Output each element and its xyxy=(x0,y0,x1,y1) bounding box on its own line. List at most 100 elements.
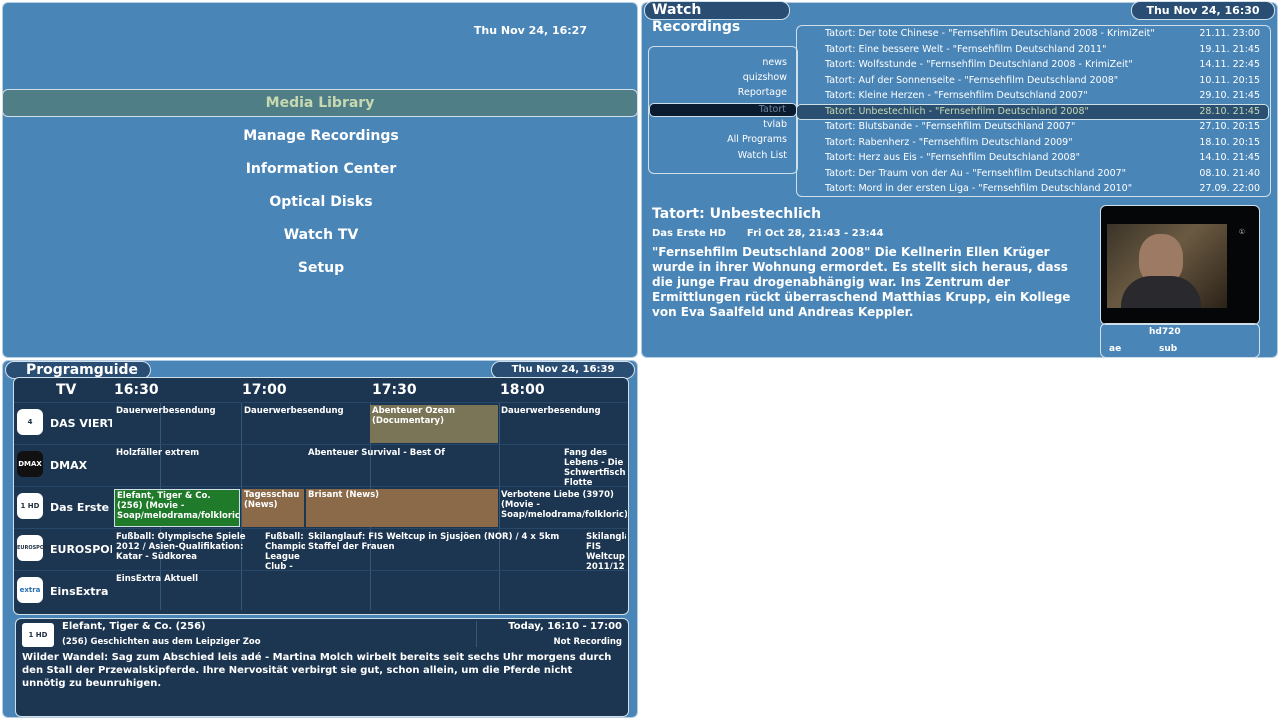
program-cell[interactable]: Fußball: Champions League Club - Das xyxy=(263,531,305,569)
category-tvlab[interactable]: tvlab xyxy=(763,119,787,130)
recording-title: Tatort: Kleine Herzen - "Fernsehfilm Deu… xyxy=(825,90,1088,101)
recording-row[interactable]: Tatort: Der Traum von der Au - "Fernsehf… xyxy=(797,167,1268,181)
menu-clock: Thu Nov 24, 16:27 xyxy=(473,24,587,37)
channel-row: extra EinsExtra EinsExtra Aktuell xyxy=(14,570,628,613)
time-slot-1730: 17:30 xyxy=(372,382,417,398)
category-watch-list[interactable]: Watch List xyxy=(738,150,787,161)
category-quizshow[interactable]: quizshow xyxy=(743,72,787,83)
main-menu-panel: Thu Nov 24, 16:27 Media Library Manage R… xyxy=(2,2,638,358)
recording-preview-thumbnail: ① xyxy=(1100,205,1260,325)
program-detail: 1 HD Elefant, Tiger & Co. (256) (256) Ge… xyxy=(15,618,629,717)
recording-row[interactable]: Tatort: Auf der Sonnenseite - "Fernsehfi… xyxy=(797,74,1268,88)
recording-row-selected[interactable]: Tatort: Unbestechlich - "Fernsehfilm Deu… xyxy=(796,104,1269,120)
recordings-title: Watch Recordings xyxy=(644,1,790,35)
recording-title: Tatort: Mord in der ersten Liga - "Ferns… xyxy=(825,183,1133,194)
recording-date: 19.11. 21:45 xyxy=(1199,43,1260,55)
channel-name: DMAX xyxy=(50,459,88,472)
recordings-date: Thu Nov 24, 16:30 xyxy=(1131,1,1275,20)
recording-title: Tatort: Der Traum von der Au - "Fernsehf… xyxy=(825,167,1127,179)
program-cell[interactable]: Fußball: Olympische Spiele 2012 / Asien-… xyxy=(114,531,262,569)
divider xyxy=(476,621,477,647)
program-cell[interactable]: Dauerwerbesendung xyxy=(114,405,240,443)
watch-recordings-panel: Watch Recordings Thu Nov 24, 16:30 news … xyxy=(641,1,1278,358)
menu-item-watch-tv[interactable]: Watch TV xyxy=(3,227,639,243)
channel-logo-icon: EUROSPORT xyxy=(17,535,51,561)
audio-badge: ae xyxy=(1109,344,1122,354)
menu-item-media-library[interactable]: Media Library xyxy=(2,89,638,117)
recording-title: Tatort: Wolfsstunde - "Fernsehfilm Deuts… xyxy=(825,59,1133,70)
recording-row[interactable]: Tatort: Blutsbande - "Fernsehfilm Deutsc… xyxy=(797,120,1268,134)
channel-logo-icon: 4 xyxy=(17,409,43,435)
recording-date: 27.10. 20:15 xyxy=(1199,121,1260,132)
tv-label: TV xyxy=(56,382,77,398)
channel-logo-icon: DMAX xyxy=(17,451,43,477)
channel-name: Das Erste HD xyxy=(50,501,112,514)
recording-title: Tatort: Der tote Chinese - "Fernsehfilm … xyxy=(825,28,1155,39)
program-cell-current[interactable]: Elefant, Tiger & Co. (256) (Movie - Soap… xyxy=(114,489,240,527)
program-cell[interactable]: EinsExtra Aktuell xyxy=(114,573,624,611)
detail-recording-status: Not Recording xyxy=(553,637,623,647)
recording-row[interactable]: Tatort: Mord in der ersten Liga - "Ferns… xyxy=(797,182,1268,196)
channel-row: 1 HD Das Erste HD Elefant, Tiger & Co. (… xyxy=(14,486,628,529)
program-cell[interactable]: Brisant (News) xyxy=(306,489,498,527)
recording-row[interactable]: Tatort: Rabenherz - "Fernsehfilm Deutsch… xyxy=(797,136,1268,150)
recording-title: Tatort: Herz aus Eis - "Fernsehfilm Deut… xyxy=(825,152,1081,163)
menu-item-optical-disks[interactable]: Optical Disks xyxy=(3,194,639,210)
program-cell[interactable]: Skilanglauf: FIS Weltcup in Sjusjöen (NO… xyxy=(306,531,582,569)
recording-date: 29.10. 21:45 xyxy=(1199,90,1260,101)
recording-row[interactable]: Tatort: Der tote Chinese - "Fernsehfilm … xyxy=(797,27,1268,41)
program-cell[interactable]: Abenteuer Ozean (Documentary) xyxy=(370,405,498,443)
recording-date: 08.10. 21:40 xyxy=(1199,167,1260,179)
recording-title: Tatort: Eine bessere Welt - "Fernsehfilm… xyxy=(825,43,1107,55)
recording-row[interactable]: Tatort: Herz aus Eis - "Fernsehfilm Deut… xyxy=(797,151,1268,165)
detail-subtitle: (256) Geschichten aus dem Leipziger Zoo xyxy=(62,637,261,647)
category-tatort[interactable]: Tatort xyxy=(649,103,797,117)
channel-logo-icon: extra xyxy=(17,577,43,603)
channel-row: EUROSPORT EUROSPORT Fußball: Olympische … xyxy=(14,528,628,571)
recording-row[interactable]: Tatort: Wolfsstunde - "Fernsehfilm Deuts… xyxy=(797,58,1268,72)
program-cell[interactable]: Abenteuer Survival - Best Of xyxy=(306,447,556,485)
program-cell[interactable]: Dauerwerbesendung xyxy=(499,405,627,443)
time-slot-1800: 18:00 xyxy=(500,382,545,398)
category-reportage[interactable]: Reportage xyxy=(738,87,787,98)
recording-date: 14.11. 22:45 xyxy=(1199,59,1260,70)
format-badge: hd720 xyxy=(1149,327,1181,337)
program-cell[interactable]: Fang des Lebens - Die Schwertfisch-Flott… xyxy=(562,447,626,485)
recording-list: Tatort: Der tote Chinese - "Fernsehfilm … xyxy=(796,25,1271,197)
preview-body xyxy=(1121,276,1201,308)
menu-item-manage-recordings[interactable]: Manage Recordings xyxy=(3,128,639,144)
category-list: news quizshow Reportage Tatort tvlab All… xyxy=(648,46,798,174)
recording-row[interactable]: Tatort: Kleine Herzen - "Fernsehfilm Deu… xyxy=(797,89,1268,103)
recording-channel: Das Erste HD xyxy=(652,228,726,239)
recording-date: 10.11. 20:15 xyxy=(1199,74,1260,86)
recording-description: "Fernsehfilm Deutschland 2008" Die Kelln… xyxy=(652,245,1071,319)
menu-item-setup[interactable]: Setup xyxy=(3,260,639,276)
recording-time: Fri Oct 28, 21:43 - 23:44 xyxy=(746,228,884,239)
recording-row[interactable]: Tatort: Eine bessere Welt - "Fernsehfilm… xyxy=(797,43,1268,57)
recording-date: 18.10. 20:15 xyxy=(1199,136,1260,148)
recording-title: Tatort: Auf der Sonnenseite - "Fernsehfi… xyxy=(825,74,1119,86)
preview-scene xyxy=(1107,224,1227,308)
recording-info-title: Tatort: Unbestechlich xyxy=(652,206,822,222)
channel-row: DMAX DMAX Holzfäller extrem Abenteuer Su… xyxy=(14,444,628,487)
program-cell[interactable]: Dauerwerbesendung xyxy=(242,405,368,443)
program-cell[interactable]: Skilanglauf: FIS Weltcup 2011/12 xyxy=(584,531,626,569)
detail-description: Wilder Wandel: Sag zum Abschied leis adé… xyxy=(22,652,612,689)
time-slot-1630: 16:30 xyxy=(114,382,159,398)
channel-row: 4 DAS VIERTE Dauerwerbesendung Dauerwerb… xyxy=(14,402,628,445)
recording-date: 27.09. 22:00 xyxy=(1199,183,1260,194)
recording-date: 14.10. 21:45 xyxy=(1199,152,1260,163)
program-cell[interactable]: Tagesschau (News) xyxy=(242,489,304,527)
program-cell[interactable]: Holzfäller extrem xyxy=(114,447,304,485)
channel-name: DAS VIERTE xyxy=(50,417,112,430)
category-news[interactable]: news xyxy=(762,57,787,68)
menu-item-information-center[interactable]: Information Center xyxy=(3,161,639,177)
detail-time: Today, 16:10 - 17:00 xyxy=(508,621,622,632)
recording-date: 28.10. 21:45 xyxy=(1199,106,1260,117)
detail-title: Elefant, Tiger & Co. (256) xyxy=(62,621,206,632)
program-cell[interactable]: Verbotene Liebe (3970) (Movie - Soap/mel… xyxy=(499,489,627,527)
channel-name: EinsExtra xyxy=(50,585,109,598)
category-all-programs[interactable]: All Programs xyxy=(727,134,787,145)
channel-logo-icon: 1 HD xyxy=(17,493,43,519)
recording-title: Tatort: Blutsbande - "Fernsehfilm Deutsc… xyxy=(825,121,1076,132)
